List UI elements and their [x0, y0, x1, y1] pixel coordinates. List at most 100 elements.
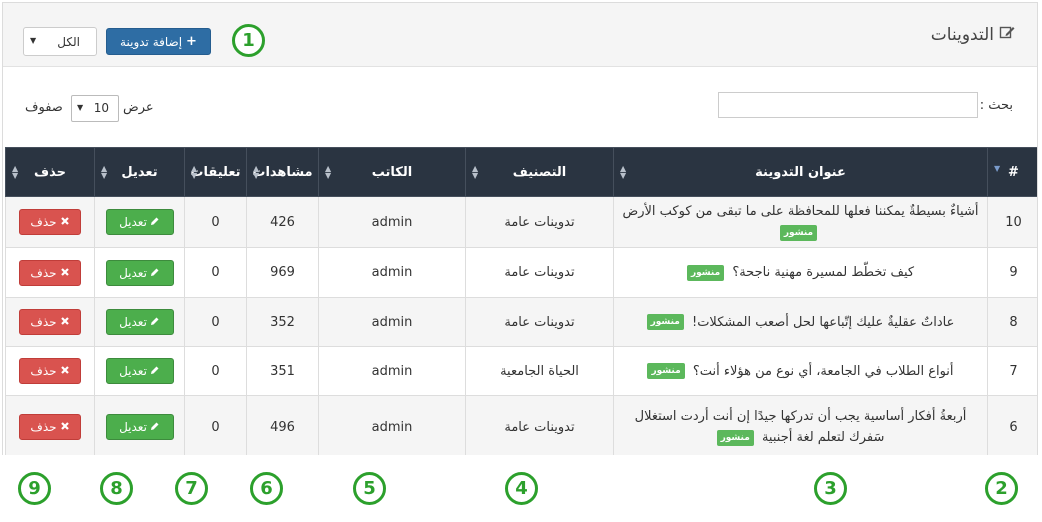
status-badge: منشور: [686, 264, 725, 281]
delete-button-label: حذف: [30, 215, 57, 229]
post-views: 496: [246, 395, 319, 455]
post-id: 9: [987, 247, 1037, 298]
pencil-icon: [150, 266, 160, 280]
sort-icon: ▲ ▼: [325, 164, 332, 180]
post-id: 6: [987, 395, 1037, 455]
posts-panel: التدوينات + إضافة تدوينة الكل ▼ بحث : صف…: [2, 2, 1038, 455]
status-badge: منشور: [716, 429, 754, 446]
table-row: 6 أربعةُ أفكار أساسية يجب أن تدركها جيدًا…: [5, 395, 1037, 455]
edit-cell: تعديل: [94, 395, 185, 455]
post-views: 351: [246, 346, 319, 396]
col-header-edit[interactable]: تعديل ▲ ▼: [94, 147, 185, 197]
callout-badge-4: 4: [505, 472, 538, 505]
delete-cell: حذف: [5, 346, 95, 396]
col-header-views[interactable]: مشاهدات ▲ ▼: [246, 147, 319, 197]
post-author: admin: [318, 395, 466, 455]
col-header-id[interactable]: # ▼: [987, 147, 1037, 197]
sort-icon: ▲ ▼: [472, 164, 479, 180]
post-title-cell: أشياءٌ بسيطةٌ يمكننا فعلها للمحافظة على …: [613, 196, 988, 248]
delete-button[interactable]: حذف: [19, 259, 81, 286]
post-title[interactable]: عاداتٌ عقليةٌ عليك إتّباعها لحل أصعب الم…: [692, 315, 954, 330]
post-category: تدوينات عامة: [465, 196, 614, 248]
post-title[interactable]: كيف تخطّط لمسيرة مهنية ناجحة؟: [732, 265, 914, 280]
sort-icon: ▲ ▼: [12, 164, 19, 180]
post-id: 8: [987, 297, 1037, 347]
post-title[interactable]: أشياءٌ بسيطةٌ يمكننا فعلها للمحافظة على …: [623, 204, 979, 219]
page-length-select[interactable]: 10 ▼: [71, 95, 119, 122]
col-header-category[interactable]: التصنيف ▲ ▼: [465, 147, 614, 197]
sort-icon: ▲ ▼: [191, 164, 198, 180]
edit-cell: تعديل: [94, 196, 185, 248]
post-title-cell: أربعةُ أفكار أساسية يجب أن تدركها جيدًا …: [613, 395, 988, 455]
callout-badge-2: 2: [985, 472, 1018, 505]
status-badge: منشور: [779, 224, 818, 241]
close-icon: [60, 215, 70, 229]
post-author: admin: [318, 346, 466, 396]
delete-cell: حذف: [5, 196, 95, 248]
rows-label: صفوف: [25, 100, 63, 115]
search-label: بحث :: [979, 98, 1013, 113]
delete-button-label: حذف: [30, 265, 57, 280]
edit-button[interactable]: تعديل: [105, 309, 174, 335]
edit-icon: [999, 24, 1015, 45]
callout-badge-1: 1: [232, 24, 265, 57]
delete-button-label: حذف: [30, 364, 57, 378]
delete-button[interactable]: حذف: [19, 414, 81, 440]
delete-button[interactable]: حذف: [19, 309, 81, 335]
col-header-title[interactable]: عنوان التدوينة ▲ ▼: [613, 147, 988, 197]
edit-button-label: تعديل: [119, 364, 147, 378]
post-comments: 0: [184, 196, 247, 248]
delete-button[interactable]: حذف: [19, 358, 81, 384]
edit-button-label: تعديل: [119, 420, 147, 434]
close-icon: [60, 315, 70, 329]
delete-button-label: حذف: [30, 315, 57, 329]
post-title[interactable]: أربعةُ أفكار أساسية يجب أن تدركها جيدًا …: [635, 409, 967, 445]
show-label: عرض: [123, 100, 154, 115]
pencil-icon: [150, 420, 160, 434]
pencil-icon: [150, 364, 160, 378]
table-row: 8 عاداتٌ عقليةٌ عليك إتّباعها لحل أصعب ال…: [5, 297, 1037, 347]
posts-table: # ▼ عنوان التدوينة ▲ ▼ التصنيف ▲ ▼ الكاتب ▲ ▼ م…: [5, 147, 1037, 455]
status-filter-select[interactable]: الكل ▼: [23, 27, 97, 56]
post-author: admin: [318, 297, 466, 347]
post-comments: 0: [184, 395, 247, 455]
add-post-label: إضافة تدوينة: [120, 34, 183, 49]
callout-badge-7: 7: [175, 472, 208, 505]
post-id: 10: [987, 196, 1037, 248]
caret-down-icon: ▼: [77, 103, 84, 112]
edit-button[interactable]: تعديل: [105, 358, 174, 384]
edit-button-label: تعديل: [119, 315, 147, 329]
col-header-author[interactable]: الكاتب ▲ ▼: [318, 147, 466, 197]
callout-badge-9: 9: [18, 472, 51, 505]
status-filter-value: الكل: [57, 35, 80, 49]
post-views: 426: [246, 196, 319, 248]
post-title-cell: عاداتٌ عقليةٌ عليك إتّباعها لحل أصعب الم…: [613, 297, 988, 347]
post-comments: 0: [184, 346, 247, 396]
callout-badge-8: 8: [100, 472, 133, 505]
edit-cell: تعديل: [94, 247, 185, 298]
post-views: 969: [246, 247, 319, 298]
post-id: 7: [987, 346, 1037, 396]
post-author: admin: [318, 247, 466, 298]
edit-button[interactable]: تعديل: [105, 209, 174, 235]
close-icon: [60, 266, 70, 280]
post-comments: 0: [184, 247, 247, 298]
plus-icon: +: [186, 34, 197, 49]
col-header-comments[interactable]: تعليقات ▲ ▼: [184, 147, 247, 197]
delete-button[interactable]: حذف: [19, 209, 81, 235]
edit-button[interactable]: تعديل: [105, 414, 174, 440]
table-header-row: # ▼ عنوان التدوينة ▲ ▼ التصنيف ▲ ▼ الكاتب ▲ ▼ م…: [5, 147, 1037, 197]
edit-button[interactable]: تعديل: [105, 259, 174, 286]
sort-desc-icon: ▼: [994, 164, 1001, 173]
page-length-value: 10: [93, 101, 109, 115]
post-category: تدوينات عامة: [465, 247, 614, 298]
post-category: تدوينات عامة: [465, 297, 614, 347]
search-input[interactable]: [718, 92, 978, 118]
post-comments: 0: [184, 297, 247, 347]
add-post-button[interactable]: + إضافة تدوينة: [106, 28, 211, 55]
page-title: التدوينات: [931, 24, 1015, 45]
post-title[interactable]: أنواع الطلاب في الجامعة، أي نوع من هؤلاء…: [693, 364, 954, 379]
col-header-delete[interactable]: حذف ▲ ▼: [5, 147, 95, 197]
pencil-icon: [150, 215, 160, 229]
close-icon: [60, 420, 70, 434]
